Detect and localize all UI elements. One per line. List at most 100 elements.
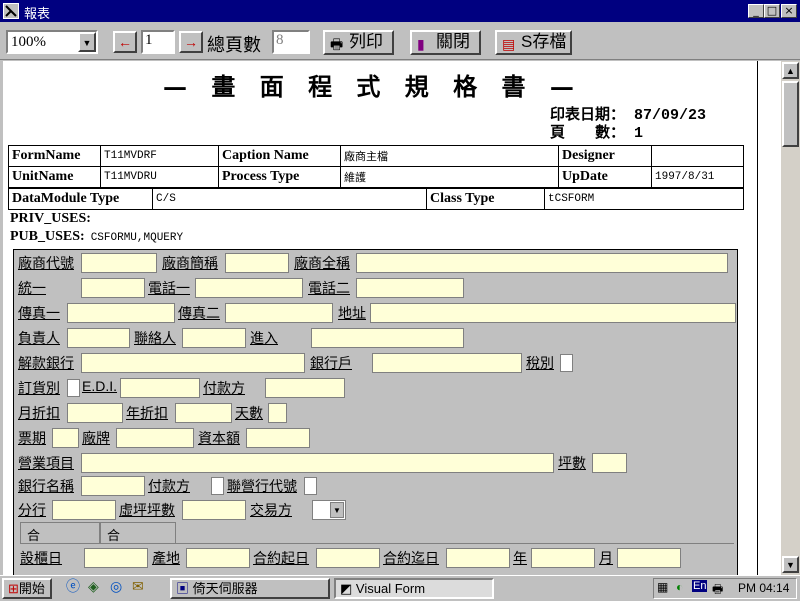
datamodule-value: C/S <box>152 188 427 210</box>
form-field <box>67 403 123 423</box>
form-label: 統一 <box>18 280 46 296</box>
form-field <box>195 278 303 298</box>
ie-icon[interactable]: ⓔ <box>62 578 80 599</box>
form-field <box>52 428 79 448</box>
update-value: 1997/8/31 <box>651 166 744 188</box>
maximize-button[interactable]: □ <box>764 4 780 18</box>
total-pages-label: 總頁數 <box>207 35 261 55</box>
form-checkbox <box>304 477 317 495</box>
vertical-scrollbar[interactable]: ▲ ▼ <box>781 61 800 575</box>
tab-1: 合 <box>20 522 100 543</box>
app-icon[interactable] <box>3 3 19 19</box>
desktop-icon[interactable]: ◈ <box>84 578 99 599</box>
form-label: 解款銀行 <box>18 355 74 371</box>
close-report-label: 關閉 <box>436 32 470 51</box>
total-pages-field: 8 <box>272 30 310 54</box>
form-label: E.D.I. <box>82 378 118 394</box>
next-page-button[interactable]: → <box>179 31 203 53</box>
form-field <box>81 353 305 373</box>
form-label: 產地 <box>152 550 180 566</box>
network-icon[interactable]: ▦ <box>657 580 668 594</box>
save-button[interactable]: ▤ S存檔 <box>495 30 572 55</box>
zoom-select[interactable]: 100% ▼ <box>6 30 98 54</box>
page-number: 頁 數： 1 <box>550 121 643 142</box>
scroll-thumb[interactable] <box>782 81 799 147</box>
print-date-value: 87/09/23 <box>634 107 707 124</box>
form-checkbox <box>560 354 573 372</box>
report-page: — 畫 面 程 式 規 格 書 — 印表日期： 87/09/23 頁 數： 1 … <box>3 61 781 575</box>
language-indicator[interactable]: En <box>692 580 708 592</box>
speaker-icon[interactable]: ◐ <box>676 580 683 594</box>
formname-value: T11MVDRF <box>100 145 219 167</box>
form-label: 銀行戶 <box>310 355 352 371</box>
zoom-value: 100% <box>11 34 46 50</box>
form-field <box>81 253 157 273</box>
form-field <box>225 253 289 273</box>
print-button[interactable]: 🖶 列印 <box>323 30 394 55</box>
page-input[interactable]: 1 <box>141 30 175 54</box>
page-number-label: 頁 數： <box>550 125 626 142</box>
form-label: 交易方 <box>250 502 292 518</box>
pub-uses-label: PUB_USES: <box>10 229 85 244</box>
form-label: 設櫃日 <box>20 550 62 566</box>
page-number-value: 1 <box>634 125 644 142</box>
start-label: 開始 <box>18 581 45 596</box>
close-report-button[interactable]: ▮ 關閉 <box>410 30 481 55</box>
channels-icon[interactable]: ◎ <box>106 578 122 599</box>
form-label: 傳真一 <box>18 305 60 321</box>
process-value: 維護 <box>340 166 559 188</box>
form-label: 傳真二 <box>178 305 220 321</box>
spec-table: FormName T11MVDRF Caption Name 廠商主檔 Desi… <box>8 145 744 188</box>
outlook-icon[interactable]: ✉ <box>128 578 144 599</box>
window-titlebar[interactable]: 報表 _ □ × <box>0 0 800 22</box>
form-field <box>182 500 246 520</box>
update-label: UpDate <box>558 166 652 188</box>
form-field <box>116 428 194 448</box>
form-field <box>84 548 148 568</box>
form-checkbox <box>211 477 224 495</box>
form-field <box>356 278 464 298</box>
formname-label: FormName <box>8 145 101 167</box>
server-icon: ▣ <box>176 581 190 596</box>
form-icon: ◩ <box>340 581 353 596</box>
form-field <box>617 548 681 568</box>
form-label: 聯絡人 <box>134 330 176 346</box>
task-label: Visual Form <box>355 581 426 596</box>
form-label: 訂貨別 <box>18 380 60 396</box>
spec-table-2: DataModule Type C/S Class Type tCSFORM <box>8 188 744 210</box>
window-title: 報表 <box>24 6 51 21</box>
task-button-visual-form[interactable]: ◩ Visual Form <box>334 578 494 599</box>
form-label: 廠商全稱 <box>294 255 350 271</box>
scroll-down-icon[interactable]: ▼ <box>782 556 799 573</box>
report-title: — 畫 面 程 式 規 格 書 — <box>163 72 582 101</box>
form-label: 稅別 <box>526 355 554 371</box>
chevron-down-icon[interactable]: ▼ <box>78 32 96 52</box>
printer-tray-icon[interactable]: 🖶 <box>712 580 723 601</box>
form-label: 虛坪坪數 <box>119 502 175 518</box>
form-field <box>175 403 232 423</box>
printer-icon: 🖶 <box>330 36 344 52</box>
start-button[interactable]: ⊞開始 <box>2 578 52 599</box>
priv-uses: PRIV_USES: <box>10 211 97 227</box>
form-label: 聯營行代號 <box>227 478 297 494</box>
form-field <box>592 453 627 473</box>
form-label: 銀行名稱 <box>18 478 74 494</box>
form-field <box>186 548 250 568</box>
form-field <box>246 428 310 448</box>
minimize-button[interactable]: _ <box>748 4 764 18</box>
form-tabs: 合 合 <box>20 522 734 544</box>
datamodule-label: DataModule Type <box>8 188 153 210</box>
form-checkbox <box>67 379 80 397</box>
form-dropdown: ▼ <box>312 500 346 520</box>
form-preview: 廠商代號 廠商簡稱 廠商全稱 統一 電話一 電話二 傳真一 傳真二 地址 負責人… <box>13 249 738 575</box>
task-button-server[interactable]: ▣ 倚天伺服器 <box>170 578 330 599</box>
pub-uses: PUB_USES: CSFORMU,MQUERY <box>10 229 183 245</box>
close-button[interactable]: × <box>781 4 797 18</box>
form-field <box>311 328 464 348</box>
task-label: 倚天伺服器 <box>192 581 258 596</box>
toolbar: 100% ▼ ← 1 → 總頁數 8 🖶 列印 ▮ 關閉 ▤ S存檔 <box>0 22 800 60</box>
scroll-up-icon[interactable]: ▲ <box>782 62 799 79</box>
form-field <box>370 303 736 323</box>
process-label: Process Type <box>218 166 341 188</box>
prev-page-button[interactable]: ← <box>113 31 137 53</box>
